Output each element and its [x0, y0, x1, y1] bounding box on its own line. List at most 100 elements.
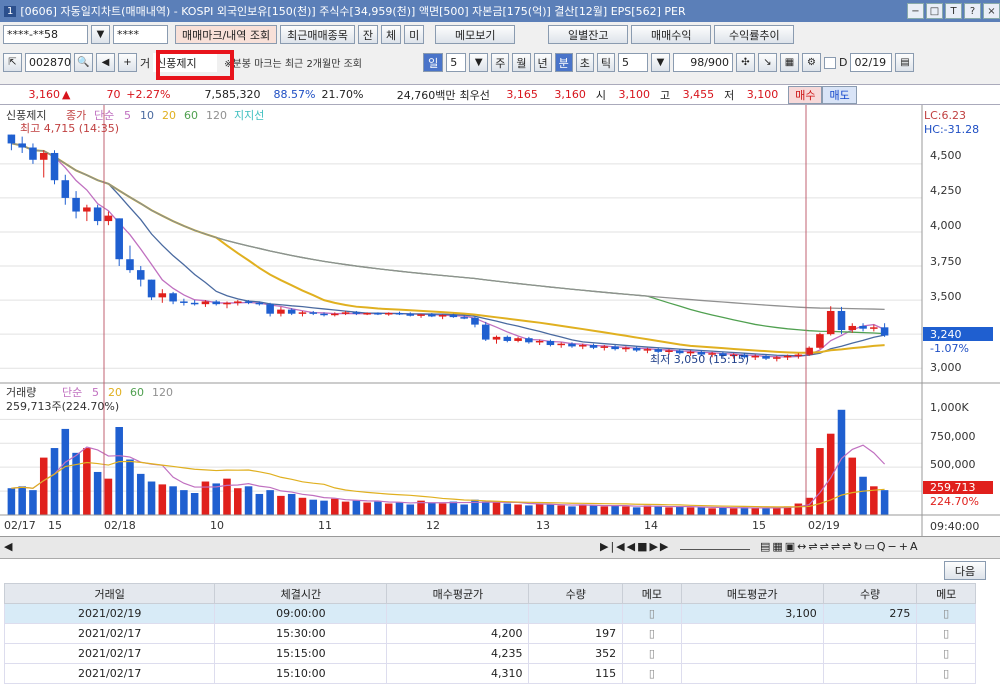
period-second-button[interactable]: 초	[575, 53, 594, 72]
candle-body-19	[212, 301, 220, 305]
vol-legend-ma60: 60	[130, 386, 144, 399]
password-input[interactable]: ****	[113, 25, 168, 44]
vol-legend-ma20: 20	[108, 386, 122, 399]
trade-profit-button[interactable]: 매매수익	[631, 25, 712, 44]
price-legend-ma5: 5	[124, 109, 131, 122]
period-week-button[interactable]: 주	[491, 53, 510, 72]
trade-history-button[interactable]: 매매마크/내역 조회	[175, 25, 278, 44]
period-tick-button[interactable]: 틱	[596, 53, 615, 72]
current-pct: -1.07%	[930, 342, 969, 355]
executed-button[interactable]: 체	[381, 25, 402, 44]
table-icon[interactable]: ▦	[780, 53, 799, 72]
balance-button[interactable]: 잔	[357, 25, 379, 44]
table-row[interactable]: 2021/02/17 15:10:00 4,310 115 ▯ ▯	[3, 663, 976, 684]
open-label: 시	[595, 88, 606, 102]
unfilled-button[interactable]: 미	[404, 25, 425, 44]
volume-bar-25	[277, 495, 285, 515]
date-checkbox[interactable]	[824, 56, 836, 69]
daily-balance-button[interactable]: 일별잔고	[548, 25, 629, 44]
speaker-icon[interactable]: ◀	[96, 53, 115, 72]
close-button[interactable]: ×	[983, 3, 1000, 19]
stock-code-input[interactable]: 002870	[25, 53, 71, 72]
table-cell	[680, 643, 824, 664]
calendar-icon[interactable]: ▤	[895, 53, 915, 72]
period-month-button[interactable]: 월	[512, 53, 531, 72]
ma120-line	[11, 142, 885, 311]
minimize-button[interactable]: −	[907, 3, 924, 19]
candle-body-5	[61, 180, 70, 198]
volume-bar-28	[309, 499, 318, 515]
current-price: 3,240	[930, 328, 962, 341]
return-trend-button[interactable]: 수익률추이	[714, 25, 795, 44]
price: 3,160	[28, 88, 61, 101]
memo-icon[interactable]: ▯	[622, 603, 682, 624]
candle-body-43	[471, 317, 479, 325]
period-value[interactable]: 5	[446, 53, 467, 72]
chart-tool-icon[interactable]: ✣	[736, 53, 755, 72]
memo-view-button[interactable]: 메모보기	[435, 25, 516, 44]
chart-edit-icon[interactable]: ↘	[758, 53, 777, 72]
buy-button[interactable]: 매수	[788, 85, 823, 104]
plus-icon[interactable]: +	[118, 53, 137, 72]
memo-icon[interactable]: ▯	[916, 603, 976, 624]
chart-scrollbar[interactable]: ◀ ▶|◀◀■▶▶ ▤▦▣↔⇌⇌⇌⇌↻▭Q−+A	[0, 537, 1000, 559]
table-row[interactable]: 2021/02/17 15:30:00 4,200 197 ▯ ▯	[3, 623, 976, 644]
period-day-button[interactable]: 일	[423, 53, 444, 72]
memo-icon[interactable]: ▯	[622, 623, 682, 644]
maximize-button[interactable]: □	[926, 3, 943, 19]
volume-bar-75	[816, 448, 824, 515]
candle-body-52	[568, 343, 576, 347]
x-label-1: 15	[48, 519, 62, 532]
volume-bar-31	[341, 501, 350, 515]
vol-legend-ma120: 120	[152, 386, 173, 399]
trade-table: 거래일 체결시간 매수평균가 수량 메모 매도평균가 수량 메모 2021/02…	[3, 583, 976, 684]
account-dropdown-icon[interactable]: ▼	[91, 25, 110, 44]
volume-bar-16	[180, 490, 188, 515]
candle-body-77	[837, 310, 846, 331]
period-year-button[interactable]: 년	[533, 53, 552, 72]
volume-bar-62	[676, 506, 684, 515]
price-tick-3000: 3,000	[930, 361, 962, 374]
candle-body-50	[546, 340, 555, 346]
tick-value[interactable]: 5	[618, 53, 648, 72]
candle-body-15	[169, 293, 177, 302]
price-tick-4000: 4,000	[930, 219, 962, 232]
search-icon[interactable]: 🔍	[74, 53, 93, 72]
period-minute-button[interactable]: 분	[554, 53, 573, 72]
chart-area[interactable]: 신풍제지 종가 단순 5 10 20 60 120 지지선 최고 4,715 (…	[0, 105, 1000, 537]
memo-icon[interactable]: ▯	[622, 643, 682, 664]
candle-body-70	[762, 355, 770, 359]
zoom-slider[interactable]	[680, 540, 750, 550]
tick-dropdown-icon[interactable]: ▼	[651, 53, 670, 72]
volume-bar-8	[93, 471, 102, 515]
memo-icon[interactable]: ▯	[916, 623, 976, 644]
next-button[interactable]: 다음	[944, 561, 986, 580]
playback-controls-icon[interactable]: ▶|◀◀■▶▶	[600, 540, 670, 553]
title-bar: 1 [0606] 자동일지차트(매매내역) - KOSPI 외국인보유[150(…	[0, 0, 1000, 22]
volume-bar-24	[266, 490, 274, 515]
memo-icon[interactable]: ▯	[622, 663, 682, 684]
help-button[interactable]: ?	[964, 3, 981, 19]
table-row[interactable]: 2021/02/17 15:15:00 4,235 352 ▯ ▯	[3, 643, 976, 664]
memo-icon[interactable]: ▯	[916, 663, 976, 684]
sell-button[interactable]: 매도	[822, 85, 857, 104]
period-dropdown-icon[interactable]: ▼	[469, 53, 489, 72]
font-button[interactable]: T	[945, 3, 962, 19]
vol-legend-name: 거래량	[6, 386, 36, 399]
candle-body-35	[384, 313, 393, 315]
gear-icon[interactable]: ⚙	[802, 53, 821, 72]
candle-body-53	[578, 345, 587, 347]
table-row[interactable]: 2021/02/19 09:00:00 ▯ 3,100 275 ▯	[3, 603, 976, 624]
memo-icon[interactable]: ▯	[916, 643, 976, 664]
link-icon[interactable]: ⇱	[3, 53, 22, 72]
candle-body-56	[611, 346, 619, 350]
change: 70	[106, 88, 121, 101]
recent-trades-button[interactable]: 최근매매종목	[280, 25, 355, 44]
chart-svg[interactable]: 신풍제지 종가 단순 5 10 20 60 120 지지선 최고 4,715 (…	[0, 105, 1000, 537]
scroll-left-icon[interactable]: ◀	[4, 540, 12, 553]
account-input[interactable]: ****-**58	[3, 25, 88, 44]
chart-tools-icon[interactable]: ▤▦▣↔⇌⇌⇌⇌↻▭Q−+A	[760, 540, 920, 553]
date-input[interactable]: 02/19	[850, 53, 893, 72]
volume-bar-57	[622, 506, 630, 515]
table-cell: 115	[528, 663, 624, 684]
